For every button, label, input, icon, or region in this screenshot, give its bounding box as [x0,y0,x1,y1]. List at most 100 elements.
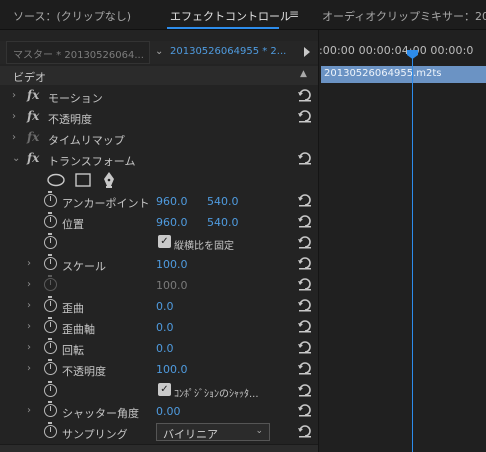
property-row-comp-shutter: ✓ ｺﾝﾎﾟｼﾞｼｮﾝのｼｬｯﾀ... [0,381,318,402]
timeline-clip[interactable]: 20130526064955.m2ts [321,66,486,83]
uniform-scale-checkbox[interactable]: ✓ [158,235,171,248]
property-label: 不透明度 [62,365,106,378]
tab-audio-clip-mixer[interactable]: オーディオクリップミキサー：2013 [322,8,486,24]
collapse-arrow-icon[interactable]: ▲ [300,69,307,79]
property-row-scale-width: › 100.0 [0,275,318,296]
effect-name: モーション [48,92,103,105]
reset-icon[interactable] [297,382,313,398]
twirl-right-icon[interactable]: › [12,132,16,143]
sequence-clip-selector[interactable]: 20130526064955 * 2... [170,46,286,57]
pen-mask-icon[interactable] [101,171,117,189]
playhead-line[interactable] [412,58,413,452]
position-y-value[interactable]: 540.0 [207,216,239,229]
anchor-y-value[interactable]: 540.0 [207,195,239,208]
master-clip-label: マスター * 20130526064... [6,41,150,64]
stopwatch-icon[interactable] [44,212,57,228]
stopwatch-icon[interactable] [44,317,57,333]
reset-icon[interactable] [297,87,313,103]
reset-icon[interactable] [297,192,313,208]
stopwatch-icon [44,275,57,291]
rotation-value[interactable]: 0.0 [156,342,174,355]
fx-icon[interactable]: fx [27,88,39,102]
twirl-right-icon[interactable]: › [27,405,31,416]
scale-value[interactable]: 100.0 [156,258,188,271]
mask-tools [0,170,318,191]
reset-icon[interactable] [297,150,313,166]
property-label: 回転 [62,344,84,357]
panel-menu-icon[interactable]: ≡ [289,7,299,21]
property-row-anchor-point: アンカーポイント 960.0 540.0 [0,191,318,212]
stopwatch-icon[interactable] [44,296,57,312]
effect-row-motion[interactable]: › fx モーション [0,86,318,107]
property-row-position: 位置 960.0 540.0 [0,212,318,233]
stopwatch-icon[interactable] [44,359,57,375]
property-row-rotation: › 回転 0.0 [0,338,318,359]
next-effect-strip [0,444,318,452]
twirl-right-icon[interactable]: › [27,258,31,269]
property-row-scale: › スケール 100.0 [0,254,318,275]
opacity-value[interactable]: 100.0 [156,363,188,376]
reset-icon[interactable] [297,255,313,271]
property-label: 歪曲 [62,302,84,315]
stopwatch-icon[interactable] [44,401,57,417]
chevron-down-icon[interactable]: ⌄ [155,46,163,57]
property-row-skew-axis: › 歪曲軸 0.0 [0,317,318,338]
fx-icon[interactable]: fx [27,109,39,123]
skew-value[interactable]: 0.0 [156,300,174,313]
stopwatch-icon[interactable] [44,233,57,249]
effect-row-time-remap[interactable]: › fx タイムリマップ [0,128,318,149]
position-x-value[interactable]: 960.0 [156,216,188,229]
property-row-sampling: サンプリング バイリニア ⌄ [0,422,318,443]
twirl-down-icon[interactable]: ⌄ [12,153,20,164]
reset-icon[interactable] [297,234,313,250]
comp-shutter-checkbox[interactable]: ✓ [158,383,171,396]
effect-name: 不透明度 [48,113,92,126]
property-label: アンカーポイント [62,197,150,210]
skew-axis-value[interactable]: 0.0 [156,321,174,334]
reset-icon[interactable] [297,108,313,124]
property-row-uniform-scale: ✓ 縦横比を固定 [0,233,318,254]
reset-icon[interactable] [297,318,313,334]
effect-row-opacity[interactable]: › fx 不透明度 [0,107,318,128]
reset-icon[interactable] [297,402,313,418]
effect-row-transform[interactable]: ⌄ fx トランスフォーム [0,149,318,170]
mini-timeline[interactable]: :00:00 00:00:04:00 00:00:0 2013052606495… [319,30,486,452]
play-only-icon[interactable] [304,47,310,57]
twirl-right-icon[interactable]: › [12,90,16,101]
ruler-timecodes: :00:00 00:00:04:00 00:00:0 [319,44,474,57]
twirl-right-icon[interactable]: › [27,321,31,332]
time-ruler[interactable]: :00:00 00:00:04:00 00:00:0 [319,44,486,64]
active-tab-indicator [167,27,279,29]
anchor-x-value[interactable]: 960.0 [156,195,188,208]
twirl-right-icon[interactable]: › [12,111,16,122]
reset-icon[interactable] [297,213,313,229]
property-label: サンプリング [62,428,128,441]
tab-source[interactable]: ソース：(クリップなし) [13,8,131,24]
twirl-right-icon[interactable]: › [27,279,31,290]
chevron-down-icon: ⌄ [255,426,263,436]
fx-icon[interactable]: fx [27,151,39,165]
reset-icon[interactable] [297,339,313,355]
video-section-header[interactable]: ビデオ ▲ [0,66,318,85]
rectangle-mask-icon[interactable] [75,173,91,187]
ellipse-mask-icon[interactable] [47,173,65,187]
tab-effect-controls[interactable]: エフェクトコントロール [170,8,291,24]
twirl-right-icon[interactable]: › [27,363,31,374]
shutter-angle-value[interactable]: 0.00 [156,405,181,418]
reset-icon[interactable] [297,423,313,439]
stopwatch-icon[interactable] [44,381,57,397]
twirl-right-icon[interactable]: › [27,342,31,353]
sampling-dropdown[interactable]: バイリニア ⌄ [156,423,270,441]
checkbox-label: ｺﾝﾎﾟｼﾞｼｮﾝのｼｬｯﾀ... [174,389,259,400]
twirl-right-icon[interactable]: › [27,300,31,311]
reset-icon[interactable] [297,360,313,376]
section-title: ビデオ [13,71,46,84]
stopwatch-icon[interactable] [44,422,57,438]
stopwatch-icon[interactable] [44,338,57,354]
property-row-opacity: › 不透明度 100.0 [0,359,318,380]
reset-icon[interactable] [297,297,313,313]
stopwatch-icon[interactable] [44,191,57,207]
stopwatch-icon[interactable] [44,254,57,270]
reset-icon[interactable] [297,276,313,292]
clip-selector-bar: マスター * 20130526064... ⌄ 20130526064955 *… [0,41,318,64]
